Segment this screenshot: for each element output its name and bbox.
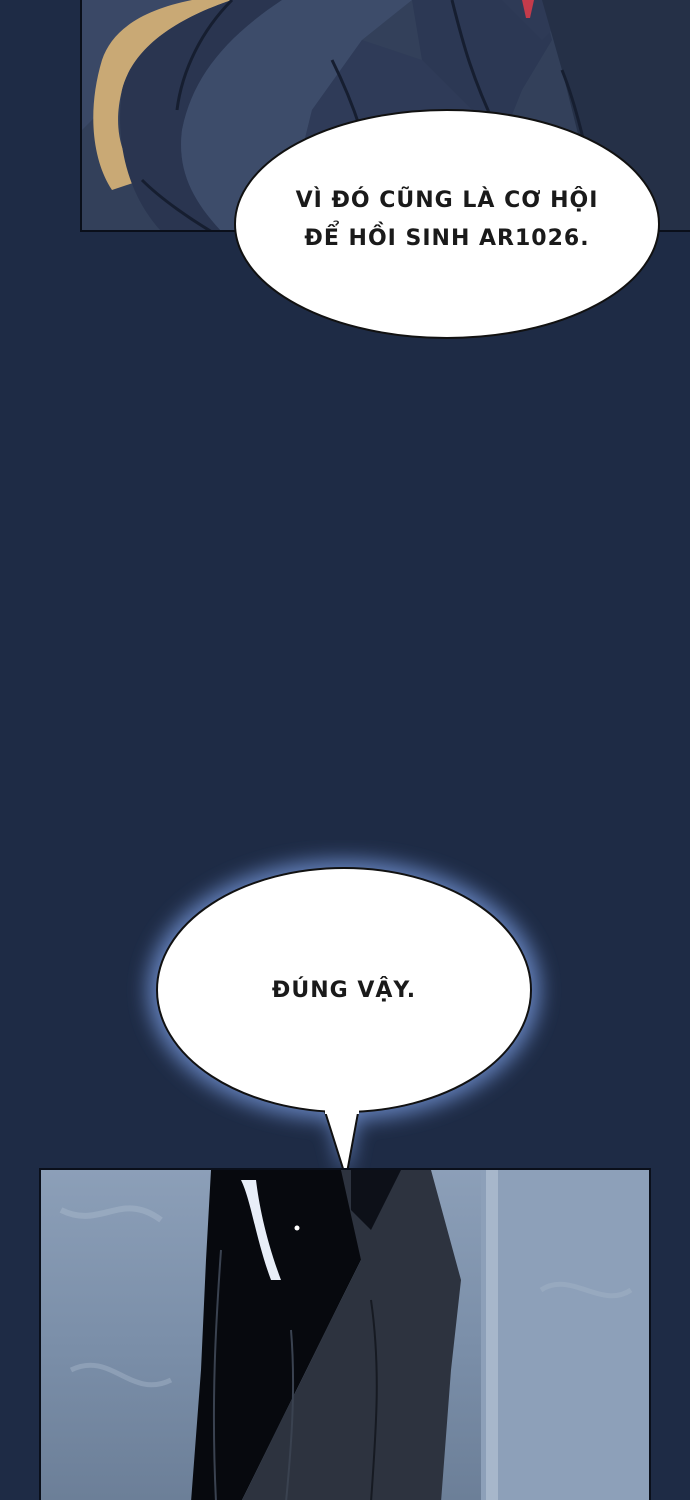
speech-bubble-1: Vì đó cũng là cơ hội để hồi sinh AR1026. [233, 108, 661, 340]
speech-bubble-1-text: Vì đó cũng là cơ hội để hồi sinh AR1026. [233, 182, 661, 258]
speech-bubble-2-text: Đúng vậy. [155, 972, 533, 1010]
hand-illustration [59, 1170, 649, 1500]
speech-bubble-2: Đúng vậy. [155, 866, 533, 1114]
panel-hand-closeup [39, 1168, 651, 1500]
speech-line: Đúng vậy. [271, 978, 417, 1003]
speech-line: Vì đó cũng là cơ hội [295, 188, 599, 213]
speech-line: để hồi sinh AR1026. [304, 226, 590, 251]
